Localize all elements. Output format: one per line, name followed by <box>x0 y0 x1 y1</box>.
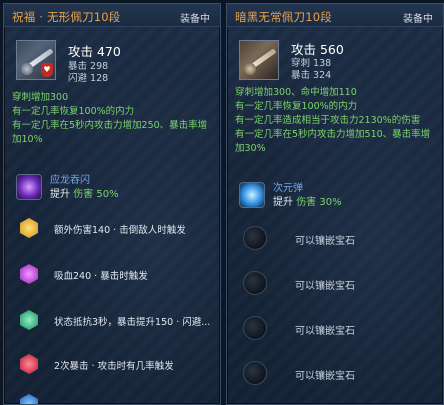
bonus-line: 加10% <box>12 134 43 145</box>
empty-gem-slot[interactable] <box>243 226 267 250</box>
purple-gem-icon[interactable] <box>20 264 38 284</box>
right-title-bar: 暗黑无常佩刀10段 装备中 <box>227 4 443 27</box>
bonus-line: 穿刺增加300、命中增加110 <box>235 87 357 98</box>
shield-icon: ♥ <box>41 63 53 77</box>
right-bonus-text: 穿刺增加300、命中增加110 有一定几率恢复100%的内力 有一定几率造成相当… <box>235 86 439 156</box>
bonus-line: 穿刺增加300 <box>12 92 69 103</box>
left-skill-name: 应龙吞闪 <box>50 175 90 186</box>
bonus-line: 有一定几率在5秒内攻击力增加250、暴击率增 <box>12 120 208 131</box>
right-skill-name: 次元弹 <box>273 183 303 194</box>
right-weapon-icon[interactable] <box>239 40 279 80</box>
left-bonus-text: 穿刺增加300 有一定几率恢复100%的内力 有一定几率在5秒内攻击力增加250… <box>12 91 216 147</box>
empty-gem-slot[interactable] <box>243 316 267 340</box>
left-weapon-icon[interactable]: ♥ <box>16 40 56 80</box>
empty-gem-slot[interactable] <box>243 361 267 385</box>
left-gem-text: 吸血240 · 暴击时触发 <box>54 271 148 282</box>
right-item-panel: 暗黑无常佩刀10段 装备中 攻击 560 穿刺 138 暴击 324 穿刺增加3… <box>226 3 444 405</box>
left-item-title: 祝福 · 无形佩刀10段 <box>12 10 121 24</box>
red-gem-icon[interactable] <box>20 354 38 374</box>
green-gem-icon[interactable] <box>20 310 38 330</box>
right-skill-desc: 提升 伤害 30% <box>273 197 342 208</box>
left-item-panel: 祝福 · 无形佩刀10段 装备中 ♥ 攻击 470 暴击 298 闪避 128 … <box>3 3 221 405</box>
hilt-icon <box>244 63 256 75</box>
empty-slot-text: 可以镶嵌宝石 <box>295 371 355 382</box>
left-stat-evade: 闪避 128 <box>68 73 109 84</box>
left-title-bar: 祝福 · 无形佩刀10段 装备中 <box>4 4 220 27</box>
hilt-icon <box>21 63 33 75</box>
bonus-line: 有一定几率恢复100%的内力 <box>235 101 358 112</box>
empty-slot-text: 可以镶嵌宝石 <box>295 236 355 247</box>
bonus-line: 有一定几率恢复100%的内力 <box>12 106 135 117</box>
left-gem-text: 2次暴击 · 攻击时有几率触发 <box>54 361 174 372</box>
empty-gem-slot[interactable] <box>243 271 267 295</box>
right-stat-crit: 暴击 324 <box>291 70 332 81</box>
left-skill-desc: 提升 伤害 50% <box>50 189 119 200</box>
right-item-title: 暗黑无常佩刀10段 <box>235 10 332 24</box>
yellow-gem-icon[interactable] <box>20 218 38 238</box>
left-equipped-label: 装备中 <box>180 14 210 25</box>
left-skill-icon[interactable] <box>16 174 42 200</box>
left-gem-text: 状态抵抗3秒，暴击提升150 · 闪避... <box>54 317 211 328</box>
right-skill-icon[interactable] <box>239 182 265 208</box>
empty-slot-text: 可以镶嵌宝石 <box>295 281 355 292</box>
right-equipped-label: 装备中 <box>403 14 433 25</box>
bonus-line: 加30% <box>235 143 266 154</box>
bonus-line: 有一定几率在5秒内攻击力增加510、暴击率增 <box>235 129 431 140</box>
bonus-line: 有一定几率造成相当于攻击力2130%的伤害 <box>235 115 421 126</box>
empty-slot-text: 可以镶嵌宝石 <box>295 326 355 337</box>
left-gem-text: 额外伤害140 · 击倒敌人时触发 <box>54 225 186 236</box>
